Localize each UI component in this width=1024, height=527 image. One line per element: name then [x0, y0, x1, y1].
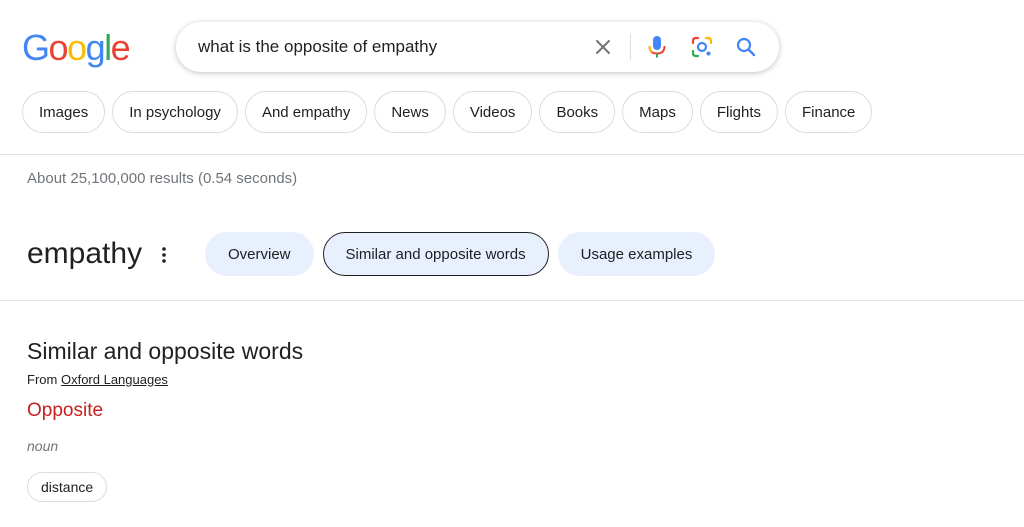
tab-overview[interactable]: Overview: [205, 232, 314, 276]
tab-usage-examples[interactable]: Usage examples: [557, 232, 716, 276]
logo-letter: G: [22, 27, 50, 68]
mic-icon[interactable]: [645, 35, 669, 59]
word-chip-distance[interactable]: distance: [27, 472, 108, 502]
header-divider: [0, 154, 1024, 155]
chip-news[interactable]: News: [374, 91, 446, 133]
chip-finance[interactable]: Finance: [785, 91, 873, 133]
result-stats: About 25,100,000 results (0.54 seconds): [27, 170, 298, 187]
chip-in-psychology[interactable]: In psychology: [112, 91, 238, 133]
logo-letter: e: [110, 27, 131, 68]
chip-images[interactable]: Images: [22, 91, 106, 133]
search-icon[interactable]: [734, 35, 758, 59]
logo-letter: o: [67, 27, 87, 68]
more-options-icon[interactable]: [156, 243, 172, 267]
lens-icon[interactable]: [690, 35, 714, 59]
search-divider: [630, 34, 631, 60]
tab-similar-and-opposite-words[interactable]: Similar and opposite words: [322, 232, 549, 276]
section-title: Similar and opposite words: [27, 338, 304, 364]
logo-letter: g: [85, 27, 106, 68]
source-prefix: From: [27, 372, 58, 387]
section-divider: [0, 300, 1024, 301]
search-box: [176, 22, 779, 72]
filter-chips: Images In psychology And empathy News Vi…: [22, 91, 873, 133]
logo-letter: o: [48, 27, 69, 68]
chip-books[interactable]: Books: [539, 91, 616, 133]
dictionary-word: empathy: [27, 237, 143, 270]
part-of-speech: noun: [27, 438, 59, 454]
chip-flights[interactable]: Flights: [699, 91, 779, 133]
source-attribution: From Oxford Languages: [27, 372, 168, 387]
google-logo[interactable]: Google: [22, 27, 131, 68]
clear-icon[interactable]: [591, 35, 615, 59]
dictionary-tabs: Overview Similar and opposite words Usag…: [205, 232, 716, 276]
chip-maps[interactable]: Maps: [622, 91, 693, 133]
opposite-label: Opposite: [27, 400, 104, 421]
chip-videos[interactable]: Videos: [452, 91, 533, 133]
source-link[interactable]: Oxford Languages: [61, 372, 168, 387]
search-input[interactable]: [198, 22, 578, 72]
chip-and-empathy[interactable]: And empathy: [244, 91, 368, 133]
